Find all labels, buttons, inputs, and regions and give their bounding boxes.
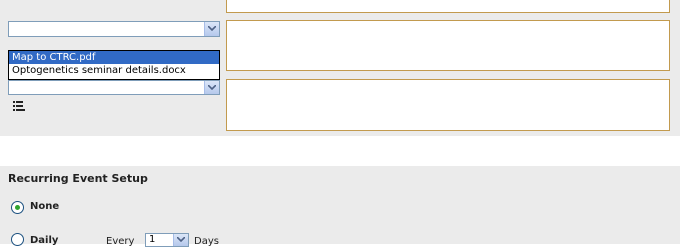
days-label: Days xyxy=(194,236,219,247)
radio-none[interactable] xyxy=(11,201,24,214)
attachment-select-1[interactable] xyxy=(8,21,220,37)
dropdown-option[interactable]: Optogenetics seminar details.docx xyxy=(9,64,219,77)
list-icon[interactable] xyxy=(13,101,25,114)
radio-daily[interactable] xyxy=(11,233,24,246)
chevron-down-icon[interactable] xyxy=(204,22,219,36)
attachment-description-field-3[interactable] xyxy=(226,79,670,131)
attachment-dropdown-list[interactable]: Map to CTRC.pdf Optogenetics seminar det… xyxy=(8,50,220,80)
radio-daily-label: Daily xyxy=(30,235,59,246)
chevron-down-icon[interactable] xyxy=(173,234,188,246)
radio-selected-dot xyxy=(15,205,20,210)
attachment-description-field-1[interactable] xyxy=(226,0,670,13)
radio-none-label: None xyxy=(30,201,60,212)
every-label: Every xyxy=(106,236,135,247)
interval-value: 1 xyxy=(149,234,156,245)
chevron-down-icon[interactable] xyxy=(204,81,219,94)
interval-select[interactable]: 1 xyxy=(145,233,189,247)
dropdown-option[interactable]: Map to CTRC.pdf xyxy=(9,51,219,64)
attachment-description-field-2[interactable] xyxy=(226,20,670,71)
attachment-select-2[interactable] xyxy=(8,80,220,95)
section-title: Recurring Event Setup xyxy=(8,172,148,185)
